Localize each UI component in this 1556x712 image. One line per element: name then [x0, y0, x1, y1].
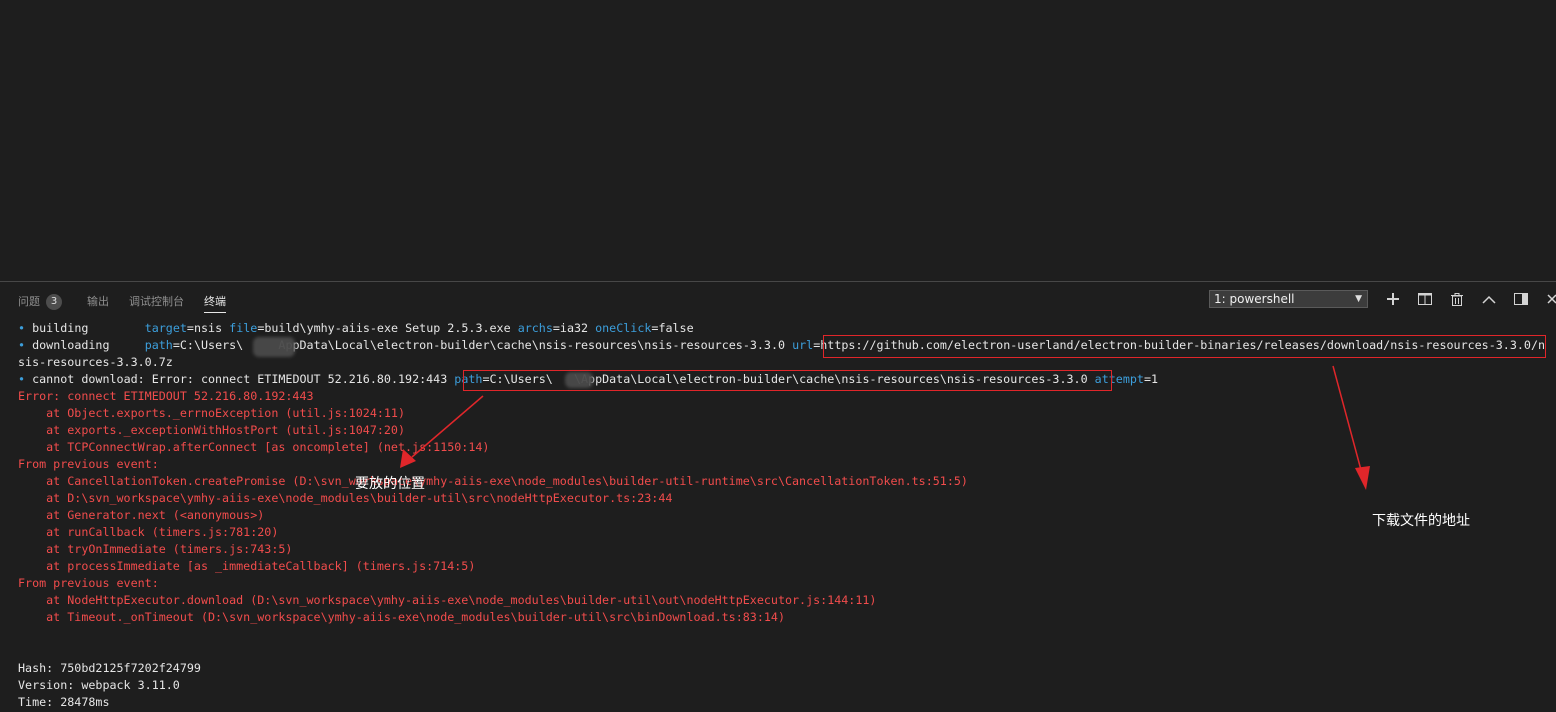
plus-icon [1387, 293, 1399, 305]
error-line: at NodeHttpExecutor.download (D:\svn_wor… [18, 593, 877, 607]
tab-terminal[interactable]: 终端 [204, 293, 226, 313]
error-line: at processImmediate [as _immediateCallba… [18, 559, 476, 573]
error-line: at tryOnImmediate (timers.js:743:5) [18, 542, 293, 556]
tab-debug-console[interactable]: 调试控制台 [129, 293, 184, 309]
terminal-selector[interactable]: 1: powershell ▼ [1209, 290, 1368, 308]
build-version-line: Version: webpack 3.11.0 [18, 678, 180, 692]
redacted-username [253, 337, 295, 357]
error-line: From previous event: [18, 457, 159, 471]
annotation-download-label: 下载文件的地址 [1372, 513, 1470, 529]
error-line: Error: connect ETIMEDOUT 52.216.80.192:4… [18, 389, 314, 403]
error-line: at D:\svn_workspace\ymhy-aiis-exe\node_m… [18, 491, 673, 505]
terminal-line-building: • building target=nsis file=build\ymhy-a… [18, 321, 694, 335]
error-line: at Timeout._onTimeout (D:\svn_workspace\… [18, 610, 785, 624]
maximize-panel-button[interactable] [1481, 291, 1497, 307]
tab-terminal-label: 终端 [204, 295, 226, 308]
error-line: at Generator.next (<anonymous>) [18, 508, 265, 522]
close-icon [1547, 294, 1556, 304]
error-line: at Object.exports._errnoException (util.… [18, 406, 406, 420]
kill-terminal-button[interactable] [1449, 291, 1465, 307]
trash-icon [1451, 292, 1463, 306]
close-panel-button[interactable] [1544, 291, 1556, 307]
terminal-selector-value: 1: powershell [1214, 292, 1295, 306]
editor-area [0, 0, 1556, 281]
path-highlight-box [463, 370, 1112, 391]
url-highlight-box [823, 335, 1546, 358]
error-line: at exports._exceptionWithHostPort (util.… [18, 423, 406, 437]
new-terminal-button[interactable] [1385, 291, 1401, 307]
tab-output-label: 输出 [87, 295, 109, 308]
error-line: at runCallback (timers.js:781:20) [18, 525, 279, 539]
toggle-panel-position-button[interactable] [1513, 291, 1529, 307]
tab-output[interactable]: 输出 [87, 293, 109, 309]
maximize-icon [1514, 293, 1528, 305]
tab-debug-console-label: 调试控制台 [129, 295, 184, 308]
annotation-place-label: 要放的位置 [355, 476, 425, 492]
terminal-line-downloading-wrap: sis-resources-3.3.0.7z [18, 355, 173, 369]
split-icon [1418, 293, 1432, 305]
problems-count-badge: 3 [46, 294, 62, 310]
error-line: at CancellationToken.createPromise (D:\s… [18, 474, 968, 488]
chevron-down-icon: ▼ [1355, 294, 1362, 304]
error-line: at TCPConnectWrap.afterConnect [as oncom… [18, 440, 490, 454]
split-terminal-button[interactable] [1417, 291, 1433, 307]
build-time-line: Time: 28478ms [18, 695, 110, 709]
build-hash-line: Hash: 750bd2125f7202f24799 [18, 661, 201, 675]
tab-problems-label: 问题 [18, 295, 40, 308]
tab-problems[interactable]: 问题 3 [18, 293, 62, 310]
error-line: From previous event: [18, 576, 159, 590]
chevron-up-icon [1482, 295, 1496, 304]
